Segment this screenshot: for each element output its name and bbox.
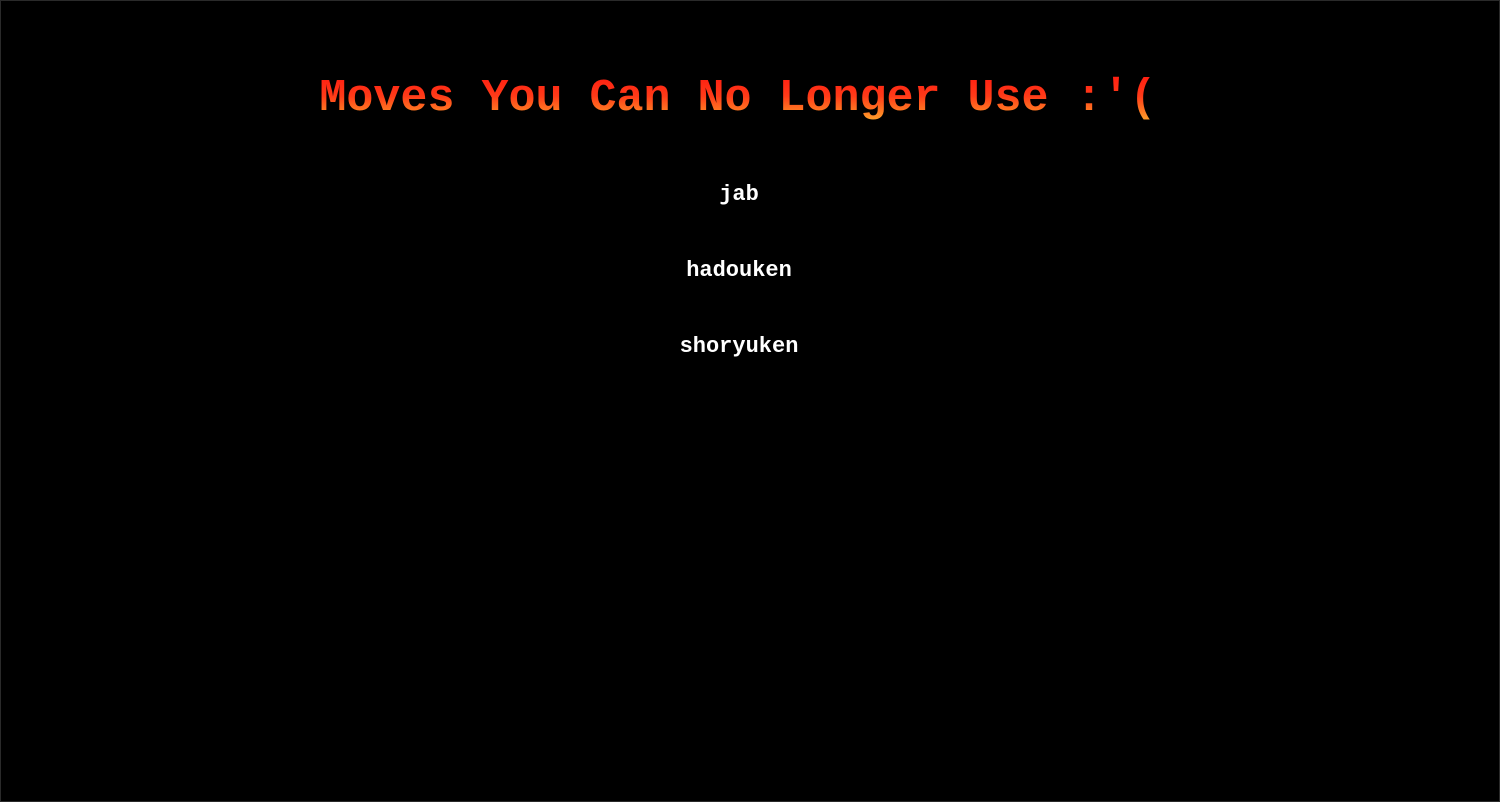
list-item-move: shoryuken	[679, 334, 799, 359]
page-title: Moves You Can No Longer Use :'(	[1, 73, 1475, 125]
page-title-text: Moves You Can No Longer Use :'(	[319, 73, 1157, 124]
list-item-move: jab	[719, 182, 759, 207]
page: Moves You Can No Longer Use :'( jab hado…	[0, 0, 1500, 802]
moves-list: jab hadouken shoryuken	[1, 175, 1477, 403]
list-item-move: hadouken	[686, 258, 792, 283]
